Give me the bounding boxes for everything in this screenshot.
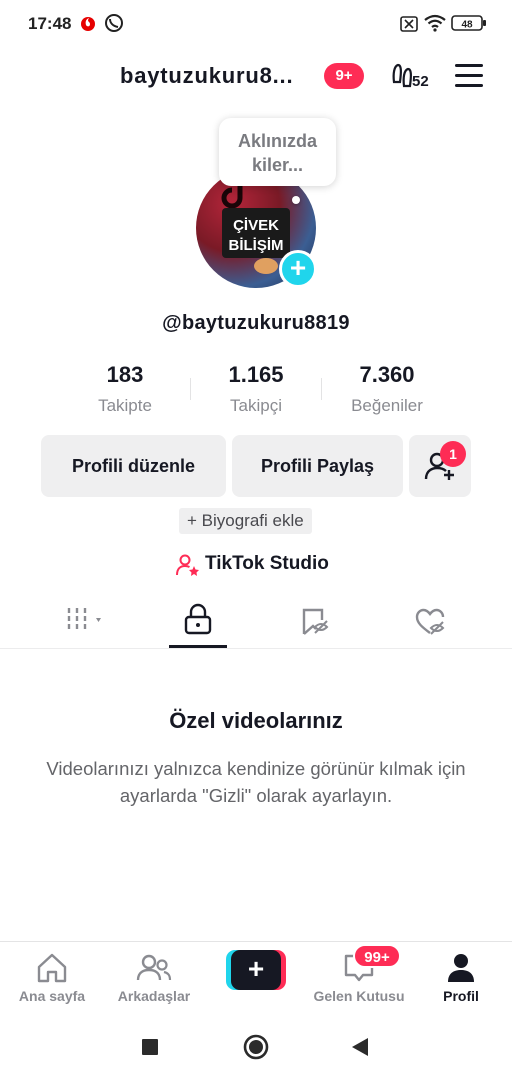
tab-divider <box>0 648 512 649</box>
hidden-heart-icon <box>415 608 445 635</box>
streak-count: 52 <box>412 73 429 90</box>
following-label: Takipte <box>98 396 152 415</box>
square-icon <box>142 1039 158 1055</box>
tab-liked[interactable] <box>400 600 460 644</box>
vodafone-icon <box>80 14 96 37</box>
inbox-badge: 99+ <box>353 944 401 968</box>
notifications-badge[interactable]: 9+ <box>324 63 364 89</box>
system-navigation-bar <box>0 1012 512 1080</box>
svg-text:ÇİVEK: ÇİVEK <box>233 217 279 234</box>
tab-videos[interactable] <box>55 600 115 644</box>
likes-label: Beğeniler <box>351 396 423 415</box>
edit-profile-button[interactable]: Profili düzenle <box>41 435 226 497</box>
menu-icon-line <box>455 84 483 87</box>
nav-profile[interactable]: Profil <box>411 942 511 1012</box>
profile-icon <box>446 952 476 989</box>
empty-state-title: Özel videolarınız <box>169 708 343 733</box>
status-time: 17:48 <box>28 14 72 33</box>
likes-count: 7.360 <box>359 362 415 387</box>
nav-inbox-label: Gelen Kutusu <box>313 988 405 1004</box>
whatsapp-icon <box>104 13 124 38</box>
tab-private[interactable] <box>168 600 228 644</box>
followers-count: 1.165 <box>228 362 284 387</box>
home-button[interactable] <box>243 1034 269 1065</box>
lock-icon <box>184 603 212 635</box>
tab-reposts[interactable] <box>285 600 345 644</box>
status-bar: 17:48 48 <box>0 0 512 48</box>
profile-username-title[interactable]: baytuzukuru8... <box>120 63 293 89</box>
friend-requests-badge: 1 <box>440 441 466 467</box>
home-icon <box>35 952 69 989</box>
nav-home[interactable]: Ana sayfa <box>2 942 102 1012</box>
create-button[interactable]: + <box>226 950 286 990</box>
hidden-repost-icon <box>302 608 329 635</box>
share-profile-button[interactable]: Profili Paylaş <box>232 435 403 497</box>
circle-icon <box>243 1034 269 1060</box>
battery-icon: 48 <box>451 14 487 37</box>
likes-stat[interactable]: 7.360 Beğeniler <box>322 362 452 416</box>
friends-icon <box>136 952 172 989</box>
no-sim-icon <box>400 16 418 37</box>
profile-handle: @baytuzukuru8819 <box>162 312 350 334</box>
battery-level: 48 <box>461 20 473 31</box>
nav-home-label: Ana sayfa <box>18 988 86 1004</box>
nav-friends-label: Arkadaşlar <box>117 988 191 1004</box>
followers-label: Takipçi <box>230 396 282 415</box>
back-button[interactable] <box>351 1037 369 1062</box>
add-bio-button[interactable]: + Biyografi ekle <box>179 508 312 534</box>
tiktok-studio-link[interactable]: TikTok Studio <box>205 553 329 575</box>
nav-profile-label: Profil <box>443 988 479 1004</box>
following-stat[interactable]: 183 Takipte <box>60 362 190 416</box>
plus-icon: + <box>231 950 281 990</box>
empty-state-description: Videolarınızı yalnızca kendinize görünür… <box>46 758 466 806</box>
triangle-back-icon <box>352 1038 368 1056</box>
video-grid-icon <box>67 608 101 630</box>
recents-button[interactable] <box>141 1038 159 1061</box>
profile-note-bubble[interactable]: Aklınızda kiler... <box>219 118 336 186</box>
nav-friends[interactable]: Arkadaşlar <box>104 942 204 1012</box>
menu-button[interactable] <box>455 64 483 88</box>
followers-stat[interactable]: 1.165 Takipçi <box>191 362 321 416</box>
wifi-icon <box>424 14 446 37</box>
menu-icon-line <box>455 74 483 77</box>
svg-text:BİLİŞİM: BİLİŞİM <box>229 237 284 254</box>
following-count: 183 <box>106 362 144 387</box>
studio-icon <box>176 553 200 582</box>
add-avatar-button[interactable]: + <box>279 250 317 288</box>
note-bubble-tail <box>292 196 300 204</box>
menu-icon-line <box>455 64 483 67</box>
